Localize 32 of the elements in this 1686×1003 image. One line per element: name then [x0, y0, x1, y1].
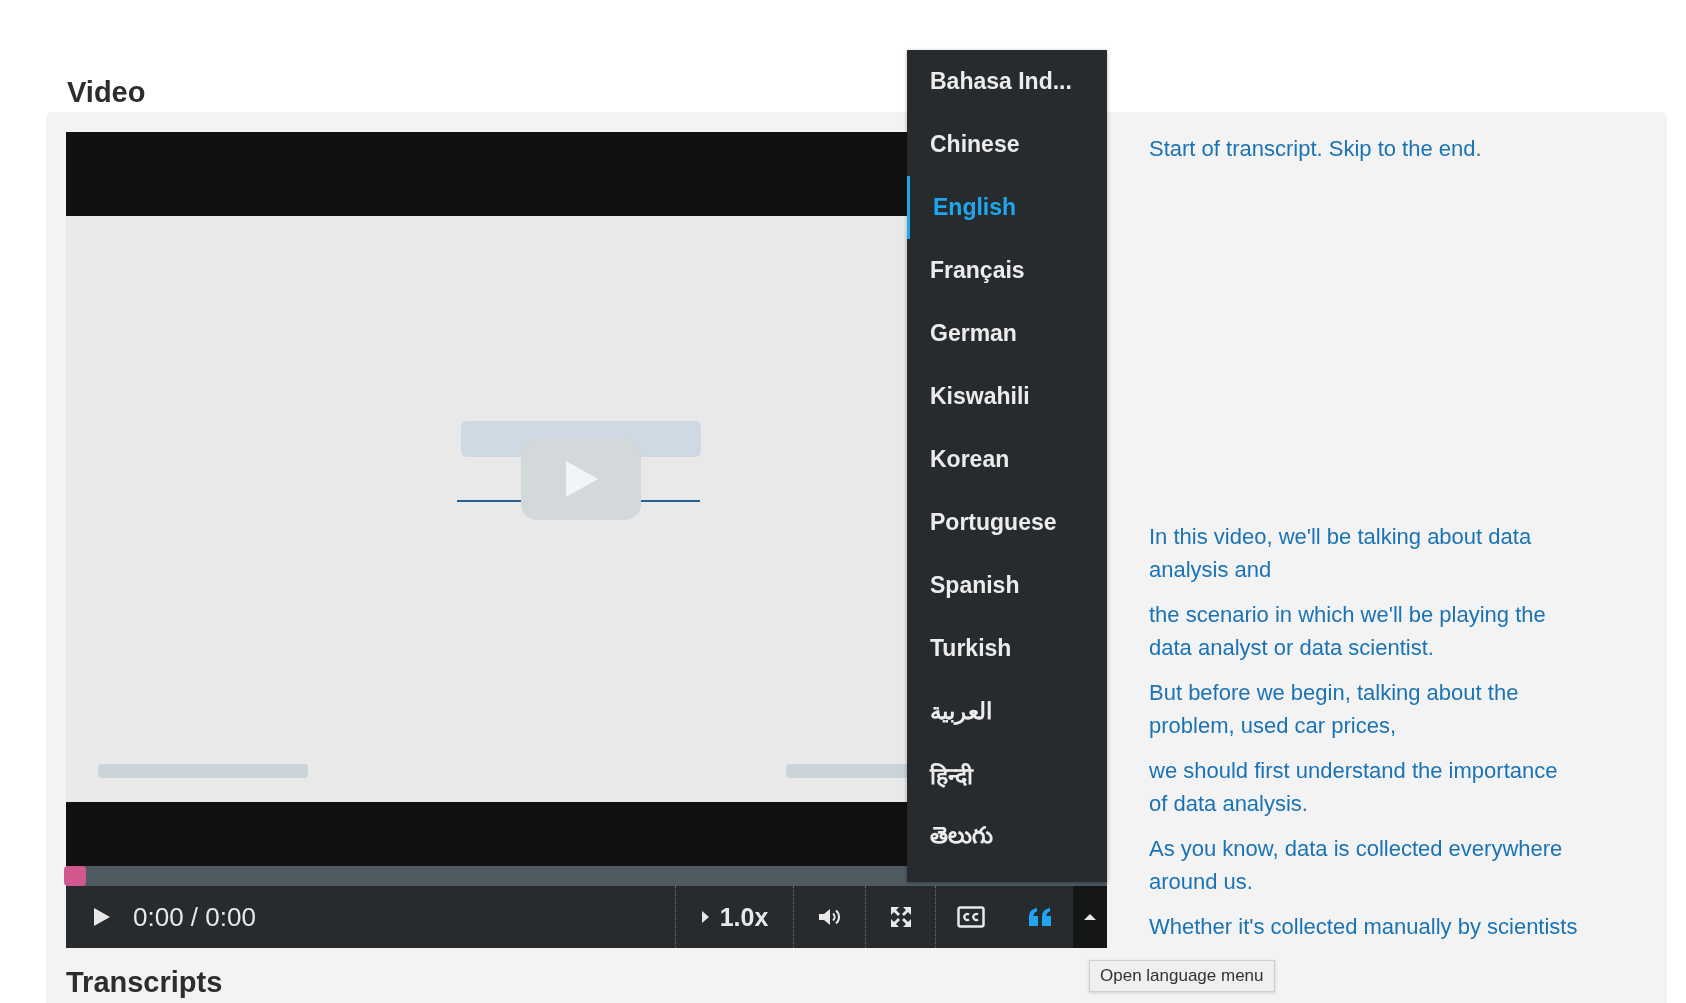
caret-icon — [1083, 913, 1097, 921]
language-option[interactable]: Chinese — [907, 113, 1107, 176]
section-heading: Transcripts — [66, 965, 223, 1000]
language-option[interactable]: Kiswahili — [907, 365, 1107, 428]
language-option[interactable]: Spanish — [907, 554, 1107, 617]
transcript-line[interactable]: As you know, data is collected everywhere around us. — [1149, 832, 1580, 898]
transcript-line[interactable]: But before we begin, talking about the problem, used car prices, — [1149, 676, 1580, 742]
language-option[interactable]: German — [907, 302, 1107, 365]
transcript-line[interactable]: In this video, we'll be talking about data analysis and — [1149, 520, 1580, 586]
progress-thumb[interactable] — [64, 866, 86, 886]
skip-link[interactable]: Start of transcript. Skip to the end. — [1149, 132, 1580, 165]
time-display: 0:00 / 0:00 — [132, 900, 256, 934]
language-option[interactable]: Portuguese — [907, 491, 1107, 554]
language-option[interactable]: العربية — [907, 680, 1107, 743]
transcript-line[interactable]: the scenario in which we'll be playing the data analyst or data scientist. — [1149, 598, 1580, 664]
tooltip: Open language menu — [1089, 960, 1275, 992]
transcript-line[interactable]: Whether it's collected manually by scientists — [1149, 910, 1580, 943]
language-option[interactable]: Bahasa Ind... — [907, 50, 1107, 113]
language-option[interactable]: Français — [907, 239, 1107, 302]
language-option[interactable]: Turkish — [907, 617, 1107, 680]
fullscreen-icon — [889, 906, 912, 928]
transcript-line[interactable]: we should first understand the importance of data analysis. — [1149, 754, 1580, 820]
section-heading: Video — [67, 75, 146, 110]
play-icon — [93, 907, 111, 927]
captions-icon — [957, 906, 985, 928]
language-option[interactable]: English — [907, 176, 1107, 239]
caret-icon — [700, 910, 710, 924]
speed-button[interactable]: 1.0x — [675, 886, 793, 948]
language-option[interactable]: తెలుగు — [907, 806, 1107, 869]
speaker-icon — [817, 907, 842, 927]
language-option[interactable]: Korean — [907, 428, 1107, 491]
language-option[interactable]: हिन्दी — [907, 743, 1107, 806]
